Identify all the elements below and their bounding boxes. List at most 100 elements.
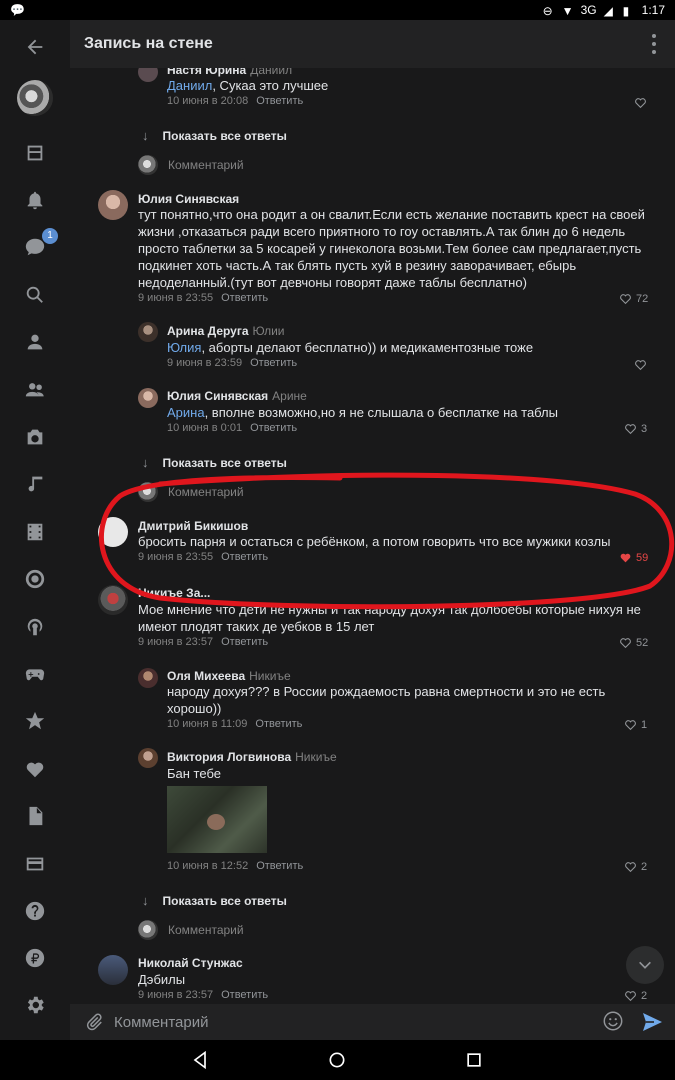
left-rail: 1: [0, 20, 70, 1040]
status-bar: 💬 ⊖ ▼ 3G ◢ ▮ 1:17: [0, 0, 675, 20]
comment-avatar[interactable]: [138, 388, 158, 408]
show-all-replies-button[interactable]: ↓ Показать все ответы: [142, 455, 287, 470]
send-icon[interactable]: [640, 1010, 664, 1034]
document-icon[interactable]: [22, 803, 48, 829]
friends-icon[interactable]: [22, 377, 48, 403]
attached-photo[interactable]: [167, 786, 267, 853]
battery-icon: ▮: [622, 4, 630, 18]
show-all-replies-button[interactable]: ↓ Показать все ответы: [142, 893, 287, 908]
search-icon[interactable]: [22, 282, 48, 308]
news-icon[interactable]: [22, 140, 48, 166]
add-comment-row[interactable]: Комментарий: [138, 482, 244, 502]
reply-button[interactable]: Ответить: [256, 95, 303, 107]
comment-avatar[interactable]: [138, 668, 158, 688]
add-comment-row[interactable]: Комментарий: [138, 920, 244, 940]
like-button[interactable]: 72: [619, 292, 648, 305]
comment-author[interactable]: Виктория Логвинова Никиъе: [167, 750, 337, 764]
comments-feed[interactable]: Настя Юрина Даниил Даниил, Сукаа это лучш…: [70, 68, 675, 1004]
arrow-down-icon: ↓: [142, 893, 149, 908]
add-comment-row[interactable]: Комментарий: [138, 155, 244, 175]
comment-author[interactable]: Оля Михеева Никиъе: [167, 669, 291, 683]
my-avatar-mini: [138, 155, 158, 175]
mention-link[interactable]: Юлия: [167, 340, 201, 355]
reply-button[interactable]: Ответить: [221, 636, 268, 648]
camera-icon[interactable]: [22, 424, 48, 450]
comment-author[interactable]: Дмитрий Бикишов: [138, 519, 248, 533]
system-navigation-bar: [0, 1040, 675, 1080]
page-title: Запись на стене: [84, 35, 213, 52]
like-count: 3: [641, 422, 648, 435]
arrow-down-icon: ↓: [142, 128, 149, 143]
comment-avatar[interactable]: [98, 585, 128, 615]
nav-back-icon[interactable]: [190, 1050, 210, 1070]
chat-notification-icon: 💬: [10, 3, 25, 17]
comment-meta: 10 июня в 20:08 Ответить: [167, 95, 304, 107]
top-app-bar: Запись на стене: [70, 20, 675, 68]
like-button[interactable]: 2: [624, 989, 647, 1002]
like-count: 1: [641, 718, 648, 731]
like-button[interactable]: [634, 96, 647, 109]
ruble-icon[interactable]: [22, 945, 48, 971]
video-icon[interactable]: [22, 519, 48, 545]
music-icon[interactable]: [22, 471, 48, 497]
target-icon[interactable]: [22, 566, 48, 592]
settings-gear-icon[interactable]: [22, 992, 48, 1018]
mention-link[interactable]: Даниил: [167, 78, 212, 93]
profile-avatar[interactable]: [17, 80, 53, 116]
more-vertical-icon[interactable]: [651, 34, 657, 54]
reply-button[interactable]: Ответить: [256, 860, 303, 872]
comment-meta: 10 июня в 11:09 Ответить: [167, 718, 303, 730]
comment-avatar[interactable]: [138, 748, 158, 768]
reply-button[interactable]: Ответить: [250, 422, 297, 434]
dnd-icon: ⊖: [542, 4, 553, 18]
payments-icon[interactable]: [22, 851, 48, 877]
star-icon[interactable]: [22, 708, 48, 734]
mention-link[interactable]: Арина: [167, 405, 205, 420]
comment-author[interactable]: Настя Юрина Даниил: [167, 68, 292, 77]
like-button[interactable]: 2: [624, 860, 647, 873]
like-count: 52: [636, 636, 649, 649]
user-icon[interactable]: [22, 329, 48, 355]
nav-home-icon[interactable]: [327, 1050, 347, 1070]
reply-button[interactable]: Ответить: [221, 292, 268, 304]
reply-button[interactable]: Ответить: [221, 989, 268, 1001]
comment-avatar[interactable]: [98, 955, 128, 985]
comment-author[interactable]: Юлия Синявская: [138, 192, 239, 206]
comment-avatar[interactable]: [138, 322, 158, 342]
attach-clip-icon[interactable]: [84, 1012, 104, 1032]
bell-icon[interactable]: [22, 187, 48, 213]
reply-button[interactable]: Ответить: [221, 551, 268, 563]
reply-button[interactable]: Ответить: [250, 357, 297, 369]
comment-author[interactable]: Арина Деруга Юлии: [167, 324, 285, 338]
like-button-active[interactable]: 59: [619, 551, 648, 564]
comment-text: Бан тебе: [167, 766, 221, 781]
heart-outline-icon: [620, 638, 631, 649]
help-icon[interactable]: [22, 898, 48, 924]
like-button[interactable]: 3: [624, 422, 647, 435]
nav-recents-icon[interactable]: [464, 1050, 484, 1070]
podcast-icon[interactable]: [22, 614, 48, 640]
comment-avatar[interactable]: [98, 517, 128, 547]
messages-badge: 1: [42, 228, 58, 244]
like-button[interactable]: [634, 358, 647, 371]
comment-input[interactable]: [114, 1010, 584, 1034]
comment-avatar[interactable]: [98, 190, 128, 220]
show-all-replies-button[interactable]: ↓ Показать все ответы: [142, 128, 287, 143]
comment-text: бросить парня и остаться с ребёнком, а п…: [138, 534, 611, 549]
like-button[interactable]: 52: [619, 636, 648, 649]
like-count: 59: [636, 551, 649, 564]
comment-avatar[interactable]: [138, 68, 158, 82]
comment-author[interactable]: Николай Стунжас: [138, 956, 243, 970]
reply-button[interactable]: Ответить: [255, 718, 302, 730]
comment-meta: 10 июня в 0:01 Ответить: [167, 422, 298, 434]
comment-author[interactable]: Никиъе За...: [138, 586, 210, 600]
heart-outline-icon: [620, 294, 631, 305]
scroll-down-button[interactable]: [626, 946, 664, 984]
emoji-icon[interactable]: [602, 1010, 624, 1032]
comment-meta: 9 июня в 23:57 Ответить: [138, 636, 269, 648]
heart-icon[interactable]: [22, 756, 48, 782]
comment-author[interactable]: Юлия Синявская Арине: [167, 389, 307, 403]
games-icon[interactable]: [22, 661, 48, 687]
like-button[interactable]: 1: [624, 718, 647, 731]
back-arrow-icon[interactable]: [22, 34, 48, 60]
